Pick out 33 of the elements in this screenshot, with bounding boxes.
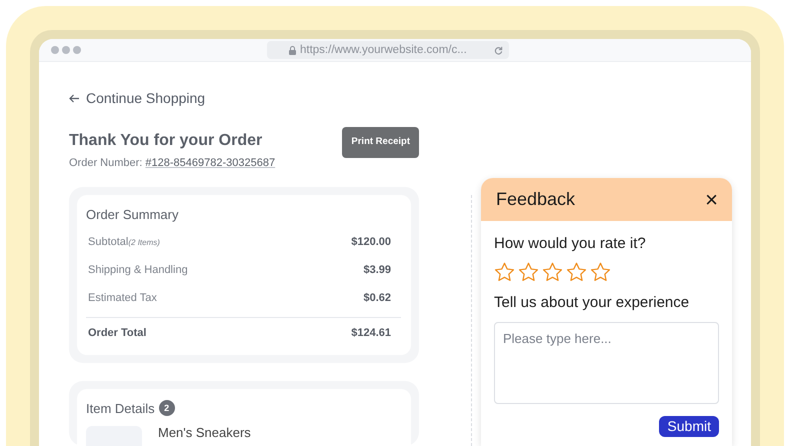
summary-value: $120.00 [351, 235, 391, 250]
summary-value: $124.61 [351, 326, 391, 342]
rating-question: How would you rate it? [494, 234, 647, 254]
continue-shopping-link[interactable]: Continue Shopping [69, 88, 419, 110]
product-name: Men's Sneakers [158, 426, 251, 439]
experience-label: Tell us about your experience [494, 292, 690, 312]
feedback-textarea[interactable]: Please type here... [494, 322, 719, 404]
summary-label: Shipping & Handling [88, 263, 188, 278]
url-text: https://www.yourwebsite.com/c... [300, 42, 467, 58]
feedback-title: Feedback [496, 188, 576, 211]
summary-label: Order Total [88, 326, 146, 342]
page-title: Thank You for your Order [69, 131, 264, 150]
lock-icon [289, 46, 296, 55]
empty-star-icon[interactable] [494, 262, 515, 282]
order-number-link[interactable]: #128-85469782-30325687 [145, 156, 276, 168]
window-controls-icon[interactable] [51, 46, 81, 54]
arrow-left-icon [69, 94, 80, 104]
empty-star-icon[interactable] [542, 262, 563, 282]
count-badge: 2 [158, 400, 175, 416]
empty-star-icon[interactable] [518, 262, 539, 282]
summary-value: $0.62 [363, 291, 391, 306]
reload-icon[interactable] [494, 46, 503, 55]
order-number-label: Order Number: [69, 156, 142, 168]
card-title: Item Details [86, 400, 155, 418]
summary-label: Estimated Tax [88, 291, 157, 306]
summary-label: Subtotal(2 Items) [88, 235, 160, 250]
card-title: Order Summary [86, 206, 180, 224]
summary-value: $3.99 [363, 263, 391, 278]
empty-star-icon[interactable] [590, 262, 611, 282]
empty-star-icon[interactable] [566, 262, 587, 282]
submit-button[interactable]: Submit [659, 416, 719, 437]
close-button[interactable]: × [705, 188, 718, 210]
print-receipt-button[interactable]: Print Receipt [342, 127, 419, 158]
